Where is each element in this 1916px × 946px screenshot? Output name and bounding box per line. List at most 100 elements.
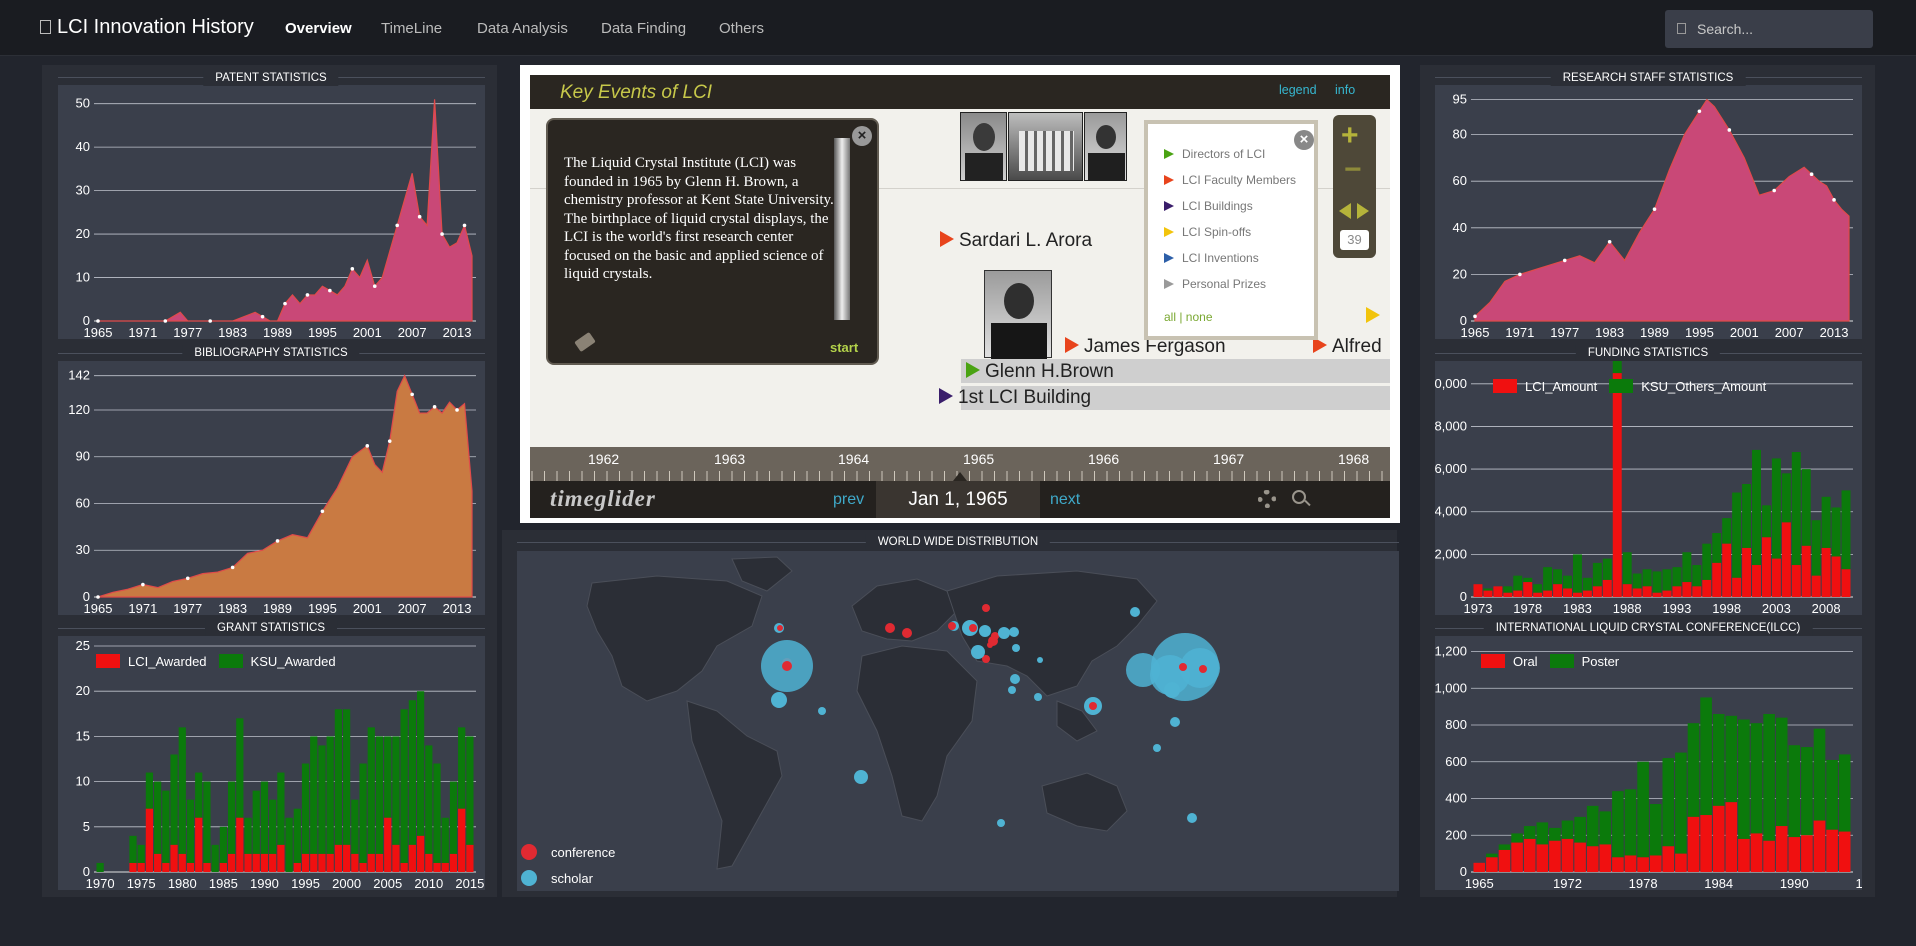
bar-KSU_Others_Amount[interactable]	[1821, 496, 1831, 548]
legend-directors[interactable]: Directors of LCI	[1164, 147, 1265, 161]
data-point[interactable]	[230, 565, 235, 570]
scholar-marker[interactable]	[1009, 627, 1019, 637]
bar-KSU_Others_Amount[interactable]	[1752, 449, 1761, 566]
bar-LCI_Amount[interactable]	[1543, 590, 1553, 597]
bar-KSU_Awarded[interactable]	[178, 727, 186, 854]
bar-Poster[interactable]	[1662, 758, 1675, 847]
legend-label[interactable]: KSU_Awarded	[251, 654, 336, 669]
bar-KSU_Others_Amount[interactable]	[1811, 520, 1821, 576]
bar-Oral[interactable]	[1738, 838, 1750, 872]
bar-Poster[interactable]	[1826, 759, 1838, 830]
bar-LCI_Awarded[interactable]	[145, 808, 154, 872]
bar-LCI_Amount[interactable]	[1761, 537, 1771, 597]
data-point[interactable]	[462, 223, 467, 228]
bar-LCI_Awarded[interactable]	[400, 862, 408, 872]
bar-KSU_Others_Amount[interactable]	[1831, 507, 1841, 557]
scholar-marker[interactable]	[818, 707, 826, 715]
bar-KSU_Awarded[interactable]	[301, 763, 310, 854]
bar-LCI_Amount[interactable]	[1781, 522, 1791, 597]
bar-LCI_Amount[interactable]	[1672, 586, 1682, 597]
bar-LCI_Awarded[interactable]	[227, 853, 236, 872]
start-link[interactable]: start	[830, 340, 858, 355]
info-link[interactable]: info	[1335, 83, 1355, 97]
bar-LCI_Amount[interactable]	[1791, 565, 1801, 597]
nav-overview[interactable]: Overview	[285, 20, 352, 37]
bar-KSU_Awarded[interactable]	[326, 736, 334, 854]
bar-LCI_Awarded[interactable]	[343, 844, 351, 872]
scholar-marker[interactable]	[1008, 686, 1016, 694]
bar-KSU_Others_Amount[interactable]	[1572, 554, 1582, 593]
bar-LCI_Awarded[interactable]	[203, 862, 211, 872]
bar-KSU_Others_Amount[interactable]	[1732, 492, 1742, 578]
bar-Oral[interactable]	[1687, 816, 1700, 872]
bar-LCI_Amount[interactable]	[1801, 545, 1811, 597]
scholar-marker[interactable]	[1187, 813, 1197, 823]
bar-LCI_Awarded[interactable]	[252, 853, 260, 872]
bar-KSU_Awarded[interactable]	[384, 736, 392, 818]
bar-Poster[interactable]	[1498, 844, 1511, 850]
brand[interactable]: LCI Innovation History	[40, 16, 254, 39]
area-series[interactable]	[97, 374, 473, 598]
bar-Oral[interactable]	[1511, 842, 1523, 872]
data-point[interactable]	[410, 392, 414, 397]
bar-LCI_Amount[interactable]	[1722, 543, 1732, 597]
bar-KSU_Others_Amount[interactable]	[1791, 452, 1801, 566]
bar-LCI_Amount[interactable]	[1533, 592, 1543, 597]
conference-marker[interactable]	[782, 661, 792, 671]
bar-Poster[interactable]	[1486, 853, 1498, 858]
conference-marker[interactable]	[969, 624, 977, 632]
current-date[interactable]: Jan 1, 1965	[876, 481, 1040, 518]
bar-LCI_Amount[interactable]	[1742, 547, 1752, 597]
building-thumbnail[interactable]	[1008, 112, 1083, 181]
bar-KSU_Others_Amount[interactable]	[1513, 575, 1523, 591]
bar-KSU_Awarded[interactable]	[227, 781, 236, 854]
bar-LCI_Amount[interactable]	[1473, 584, 1483, 597]
conference-marker[interactable]	[885, 623, 895, 633]
bar-KSU_Others_Amount[interactable]	[1523, 577, 1533, 583]
bar-LCI_Amount[interactable]	[1831, 556, 1841, 597]
bar-Oral[interactable]	[1700, 815, 1712, 872]
data-point[interactable]	[141, 582, 145, 587]
bar-KSU_Awarded[interactable]	[195, 772, 203, 818]
bar-KSU_Others_Amount[interactable]	[1652, 571, 1662, 593]
bar-KSU_Others_Amount[interactable]	[1483, 588, 1493, 591]
bar-LCI_Amount[interactable]	[1632, 588, 1642, 597]
data-point[interactable]	[1473, 314, 1477, 319]
bar-Oral[interactable]	[1536, 844, 1549, 872]
bar-KSU_Awarded[interactable]	[260, 781, 269, 854]
bar-KSU_Awarded[interactable]	[293, 808, 301, 863]
bar-LCI_Awarded[interactable]	[334, 844, 343, 872]
bar-KSU_Awarded[interactable]	[137, 844, 145, 863]
bar-LCI_Awarded[interactable]	[277, 844, 285, 872]
conference-marker[interactable]	[777, 625, 783, 631]
search-icon[interactable]	[1292, 490, 1311, 507]
bar-Oral[interactable]	[1473, 862, 1486, 872]
bar-LCI_Amount[interactable]	[1692, 586, 1702, 597]
bar-KSU_Awarded[interactable]	[219, 826, 227, 863]
bar-KSU_Awarded[interactable]	[170, 754, 178, 845]
bar-LCI_Amount[interactable]	[1622, 584, 1632, 597]
data-point[interactable]	[1832, 198, 1836, 202]
legend-prizes[interactable]: Personal Prizes	[1164, 277, 1266, 291]
bar-LCI_Awarded[interactable]	[154, 853, 162, 872]
bar-Oral[interactable]	[1826, 829, 1838, 872]
bar-KSU_Others_Amount[interactable]	[1563, 575, 1572, 589]
event-glenn-brown[interactable]: Glenn H.Brown	[966, 361, 1114, 383]
data-point[interactable]	[328, 288, 332, 293]
bar-KSU_Awarded[interactable]	[145, 772, 154, 809]
bar-Oral[interactable]	[1649, 855, 1662, 872]
bar-LCI_Amount[interactable]	[1582, 590, 1592, 597]
bar-KSU_Others_Amount[interactable]	[1662, 569, 1672, 591]
legend-label[interactable]: KSU_Others_Amount	[1641, 379, 1766, 394]
bar-KSU_Awarded[interactable]	[408, 700, 416, 845]
bar-KSU_Others_Amount[interactable]	[1592, 562, 1602, 587]
conference-marker[interactable]	[1199, 665, 1207, 673]
bar-LCI_Amount[interactable]	[1662, 590, 1672, 597]
bar-Oral[interactable]	[1750, 833, 1763, 872]
data-point[interactable]	[283, 301, 287, 306]
scholar-marker[interactable]	[1012, 644, 1020, 652]
next-button[interactable]: next	[1050, 491, 1080, 509]
popup-scrollbar[interactable]	[834, 138, 850, 320]
bar-KSU_Awarded[interactable]	[269, 799, 277, 854]
bar-KSU_Awarded[interactable]	[416, 691, 425, 836]
